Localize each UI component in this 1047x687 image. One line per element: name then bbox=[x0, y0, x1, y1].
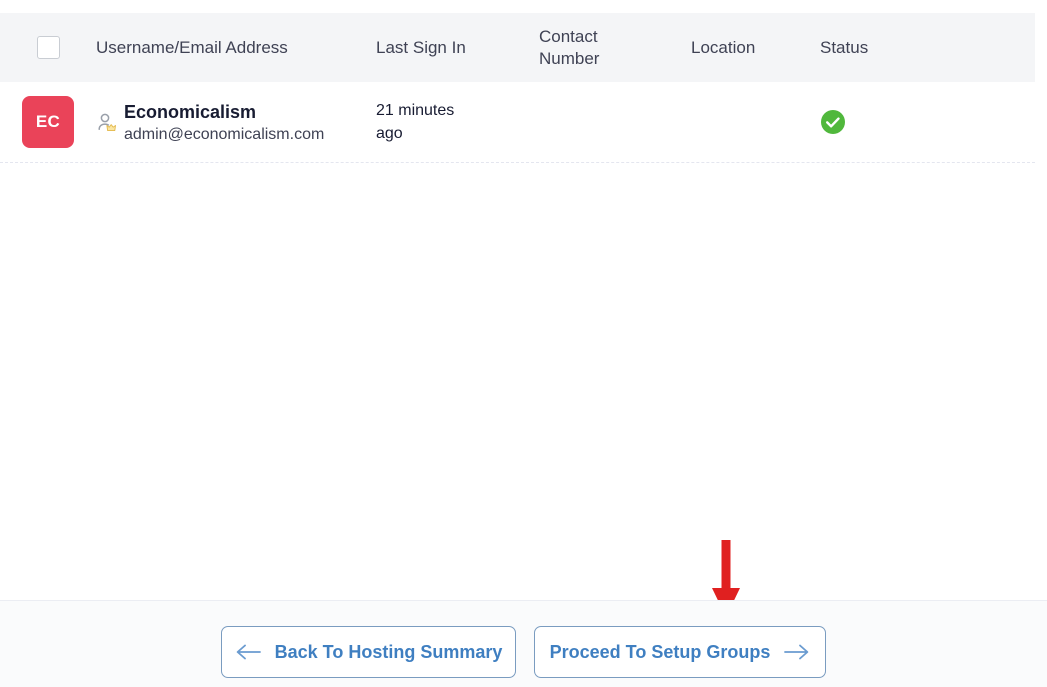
user-display-name: Economicalism bbox=[124, 101, 257, 122]
row-cell-status bbox=[820, 109, 950, 135]
avatar: EC bbox=[22, 96, 74, 148]
row-cell-avatar: EC bbox=[0, 96, 96, 148]
user-identity: Economicalism admin@economicalism.com bbox=[96, 100, 376, 144]
table-header-row: Username/Email Address Last Sign In Cont… bbox=[0, 13, 1035, 82]
header-cell-select-all bbox=[0, 36, 96, 59]
arrow-left-icon bbox=[235, 644, 261, 660]
check-circle-icon bbox=[820, 109, 846, 135]
proceed-to-setup-groups-label: Proceed To Setup Groups bbox=[549, 641, 771, 662]
header-cell-contact-number[interactable]: Contact Number bbox=[539, 26, 691, 70]
back-to-hosting-summary-label: Back To Hosting Summary bbox=[274, 641, 503, 662]
header-cell-last-sign-in[interactable]: Last Sign In bbox=[376, 37, 539, 59]
header-cell-status[interactable]: Status bbox=[820, 37, 950, 59]
user-name-block: Economicalism admin@economicalism.com bbox=[124, 102, 324, 144]
user-crown-icon bbox=[96, 112, 118, 139]
header-cell-username[interactable]: Username/Email Address bbox=[96, 37, 376, 59]
header-cell-location[interactable]: Location bbox=[691, 37, 820, 59]
user-email: admin@economicalism.com bbox=[124, 125, 325, 143]
users-table-page: Username/Email Address Last Sign In Cont… bbox=[0, 0, 1047, 687]
table-empty-area bbox=[0, 175, 1047, 600]
header-label-contact-number: Contact Number bbox=[539, 26, 600, 68]
row-cell-username: Economicalism admin@economicalism.com bbox=[96, 100, 376, 144]
proceed-to-setup-groups-button[interactable]: Proceed To Setup Groups bbox=[534, 626, 826, 678]
last-sign-in-value: 21 minutes ago bbox=[376, 102, 455, 142]
arrow-right-icon bbox=[784, 644, 810, 660]
row-cell-last-sign-in: 21 minutes ago bbox=[376, 99, 539, 145]
back-to-hosting-summary-button[interactable]: Back To Hosting Summary bbox=[221, 626, 516, 678]
select-all-checkbox[interactable] bbox=[36, 36, 60, 59]
footer-actions: Back To Hosting Summary Proceed To Setup… bbox=[0, 600, 1047, 687]
users-table: Username/Email Address Last Sign In Cont… bbox=[0, 13, 1035, 163]
table-row[interactable]: EC Economicalism admin@economicalism.com bbox=[0, 82, 1035, 163]
top-white-strip bbox=[0, 0, 1047, 13]
